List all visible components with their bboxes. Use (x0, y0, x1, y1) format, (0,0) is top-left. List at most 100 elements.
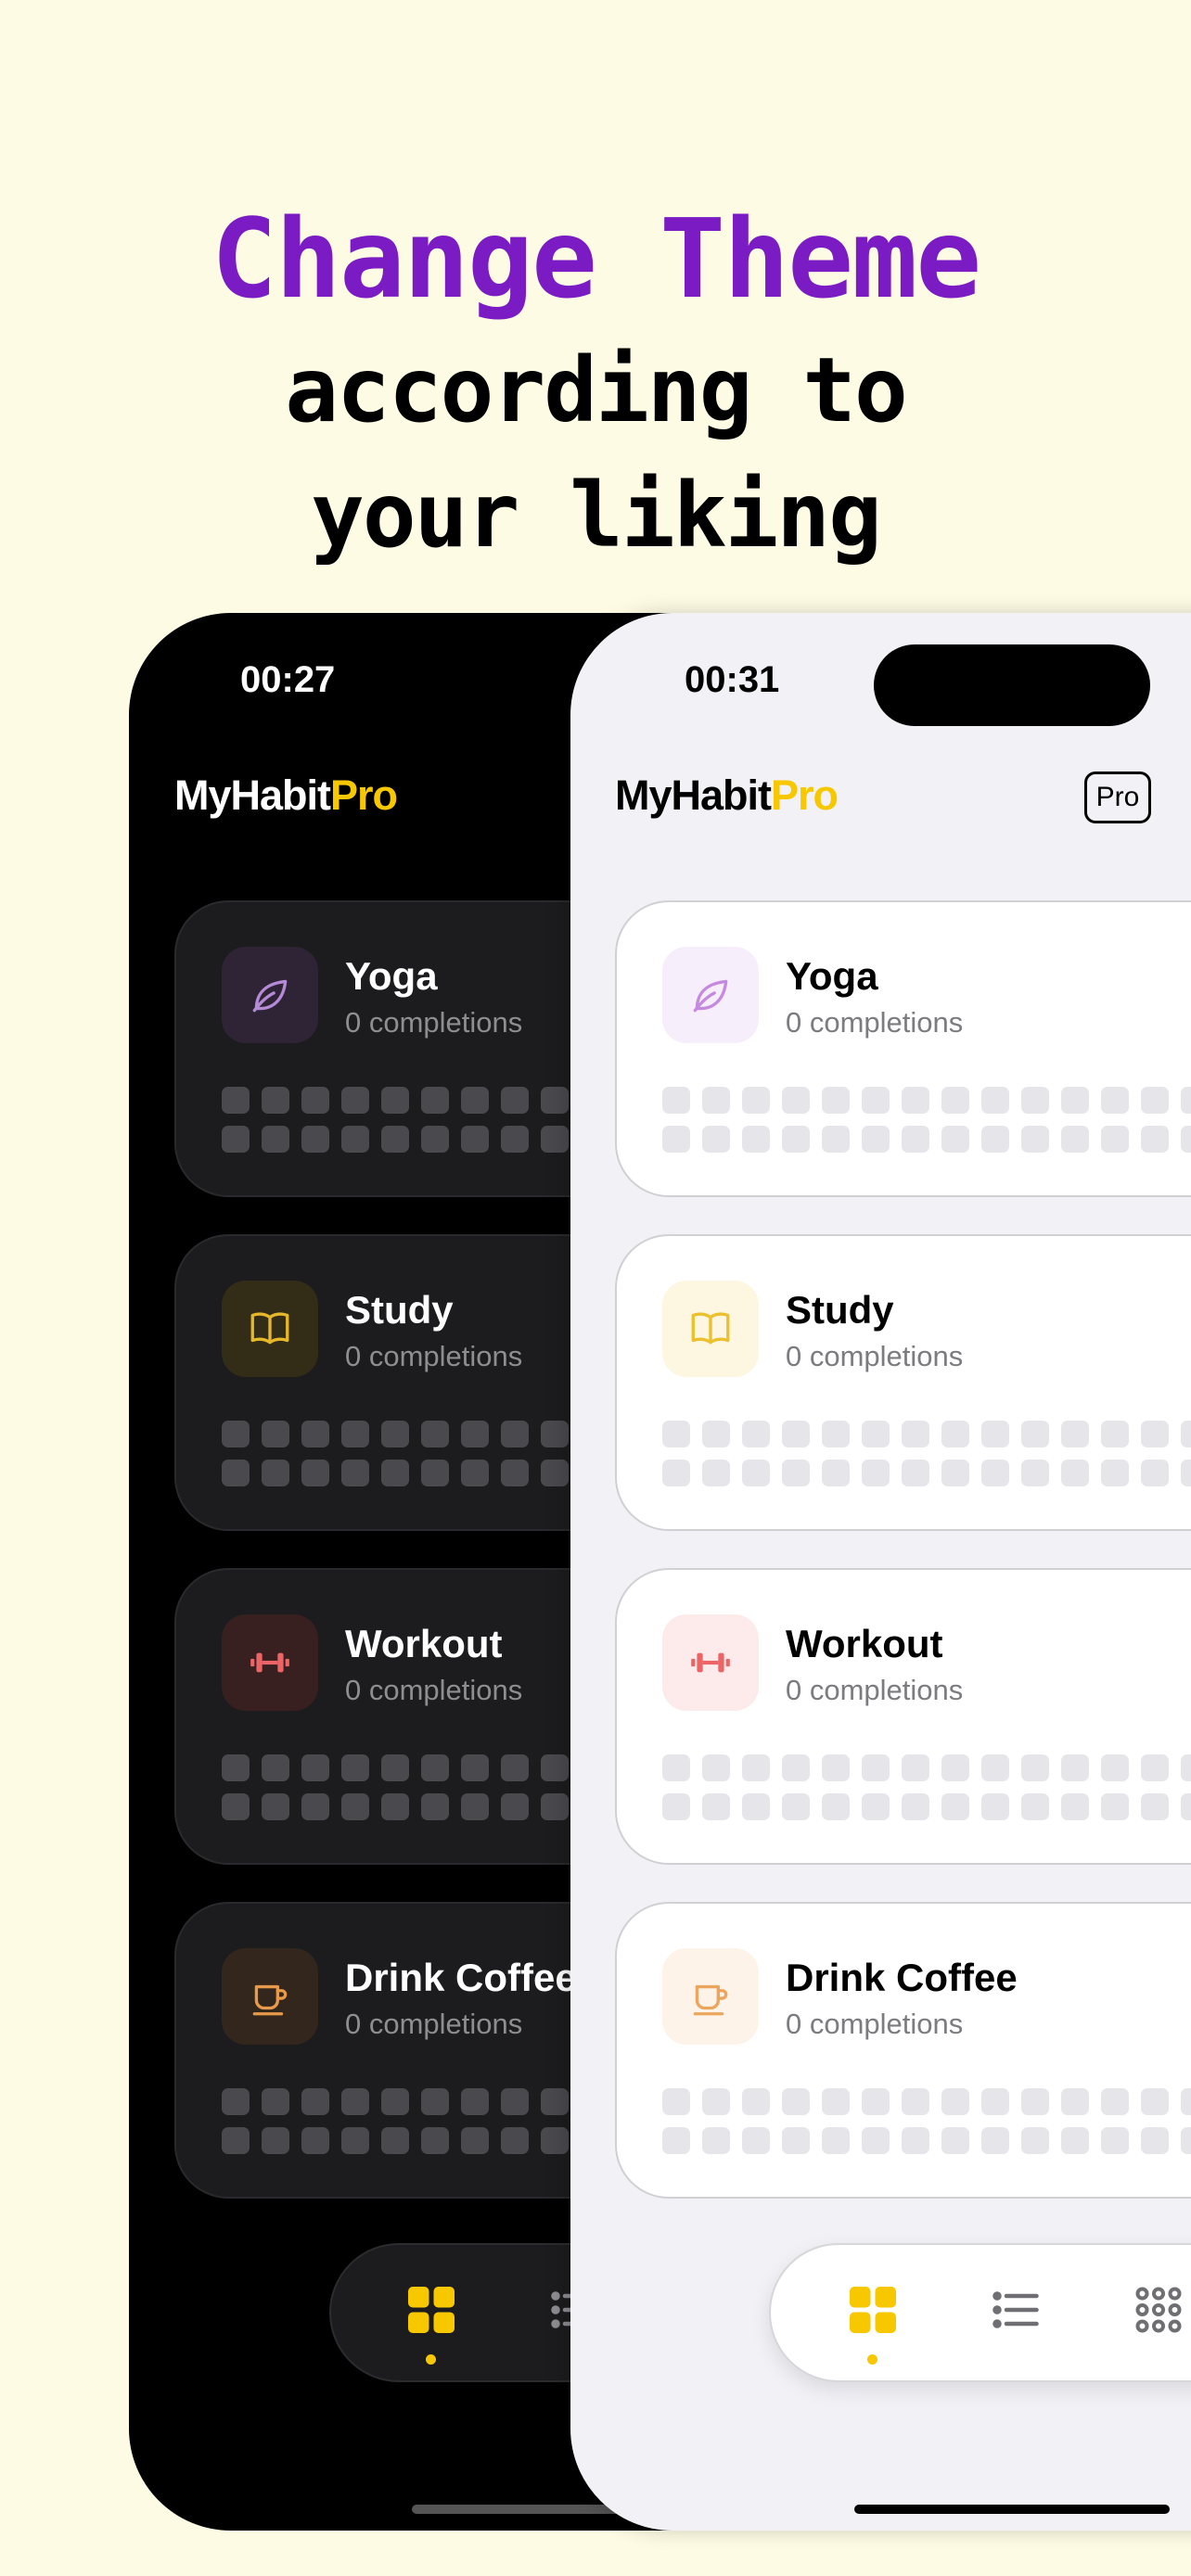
heatmap-cell (301, 2127, 329, 2154)
heatmap-cell (461, 1460, 489, 1486)
habit-title: Drink Coffee (345, 1956, 577, 1999)
heatmap-cell (702, 2127, 730, 2154)
heatmap-row (662, 1421, 1191, 1447)
habit-heatmap (662, 1421, 1191, 1498)
brand-accent: Pro (771, 772, 839, 819)
heatmap-cell (341, 1754, 369, 1781)
heatmap-cell (1101, 1460, 1129, 1486)
heatmap-cell (461, 2088, 489, 2115)
heatmap-cell (341, 1793, 369, 1820)
heatmap-cell (1021, 2127, 1049, 2154)
heatmap-cell (941, 1126, 969, 1153)
heatmap-cell (902, 2088, 929, 2115)
heatmap-cell (662, 1754, 690, 1781)
heatmap-cell (742, 2127, 770, 2154)
heatmap-cell (421, 1087, 449, 1114)
heatmap-cell (822, 1087, 850, 1114)
heatmap-cell (981, 1793, 1009, 1820)
active-tab-indicator (867, 2354, 877, 2365)
headline-subtitle-line-2: your liking (311, 464, 882, 567)
heatmap-cell (1101, 2127, 1129, 2154)
tab-grid-view[interactable] (403, 2282, 459, 2365)
heatmap-cell (381, 2088, 409, 2115)
habit-card-yoga[interactable]: Yoga 0 completions (615, 900, 1191, 1197)
heatmap-cell (1101, 1126, 1129, 1153)
heatmap-cell (1181, 2127, 1191, 2154)
tab-list-view[interactable] (988, 2282, 1044, 2338)
heatmap-cell (941, 1421, 969, 1447)
heatmap-cell (822, 2127, 850, 2154)
heatmap-cell (1021, 2088, 1049, 2115)
heatmap-cell (1181, 1793, 1191, 1820)
heatmap-row (662, 2127, 1191, 2154)
heatmap-cell (381, 1754, 409, 1781)
heatmap-cell (742, 2088, 770, 2115)
heatmap-cell (662, 1126, 690, 1153)
dumbbell-icon (222, 1614, 318, 1711)
heatmap-cell (1061, 1754, 1089, 1781)
heatmap-cell (702, 1460, 730, 1486)
heatmap-cell (702, 2088, 730, 2115)
heatmap-cell (662, 1087, 690, 1114)
heatmap-cell (1021, 1793, 1049, 1820)
tab-grid-view[interactable] (845, 2282, 901, 2365)
heatmap-cell (501, 1421, 529, 1447)
tab-dots-grid[interactable] (1131, 2282, 1186, 2338)
status-time: 00:31 (685, 659, 780, 700)
heatmap-cell (782, 2088, 810, 2115)
heatmap-cell (381, 1460, 409, 1486)
heatmap-cell (501, 1460, 529, 1486)
heatmap-cell (501, 1793, 529, 1820)
brand-main: MyHabit (174, 772, 331, 819)
heatmap-cell (381, 1126, 409, 1153)
habit-title: Yoga (786, 954, 878, 998)
headline-subtitle-line-1: according to (285, 338, 908, 442)
heatmap-cell (902, 2127, 929, 2154)
heatmap-cell (381, 2127, 409, 2154)
heatmap-cell (541, 1793, 569, 1820)
heatmap-cell (1181, 1421, 1191, 1447)
heatmap-cell (1141, 2088, 1169, 2115)
heatmap-cell (662, 2088, 690, 2115)
heatmap-cell (981, 2127, 1009, 2154)
dots-grid-icon (1135, 2287, 1182, 2333)
habit-card-drink-coffee[interactable]: Drink Coffee 0 completions (615, 1902, 1191, 2199)
pro-button[interactable]: Pro (1084, 772, 1151, 823)
book-icon (222, 1281, 318, 1377)
heatmap-cell (421, 1126, 449, 1153)
heatmap-cell (1181, 1126, 1191, 1153)
heatmap-cell (301, 1460, 329, 1486)
heatmap-cell (301, 1087, 329, 1114)
heatmap-cell (222, 1421, 250, 1447)
heatmap-cell (262, 1793, 289, 1820)
heatmap-cell (421, 2088, 449, 2115)
status-time: 00:27 (240, 659, 336, 700)
heatmap-cell (782, 1754, 810, 1781)
heatmap-cell (822, 2088, 850, 2115)
app-brand: MyHabitPro (615, 772, 839, 820)
heatmap-cell (1141, 1754, 1169, 1781)
heatmap-cell (862, 1087, 890, 1114)
heatmap-cell (222, 1460, 250, 1486)
habit-card-study[interactable]: Study 0 completions (615, 1234, 1191, 1531)
habit-card-workout[interactable]: Workout 0 completions (615, 1568, 1191, 1865)
heatmap-cell (1141, 1087, 1169, 1114)
heatmap-row (662, 1793, 1191, 1820)
heatmap-cell (742, 1754, 770, 1781)
heatmap-cell (902, 1793, 929, 1820)
heatmap-cell (541, 1421, 569, 1447)
heatmap-cell (501, 1126, 529, 1153)
heatmap-cell (1061, 2127, 1089, 2154)
heatmap-cell (742, 1421, 770, 1447)
heatmap-cell (461, 1087, 489, 1114)
heatmap-cell (541, 2088, 569, 2115)
heatmap-cell (222, 1087, 250, 1114)
heatmap-cell (301, 1793, 329, 1820)
heatmap-cell (1021, 1460, 1049, 1486)
heatmap-cell (1181, 1754, 1191, 1781)
habit-title: Workout (345, 1622, 503, 1665)
heatmap-cell (902, 1126, 929, 1153)
heatmap-cell (782, 1460, 810, 1486)
habit-title: Study (786, 1288, 894, 1332)
heatmap-cell (501, 1087, 529, 1114)
